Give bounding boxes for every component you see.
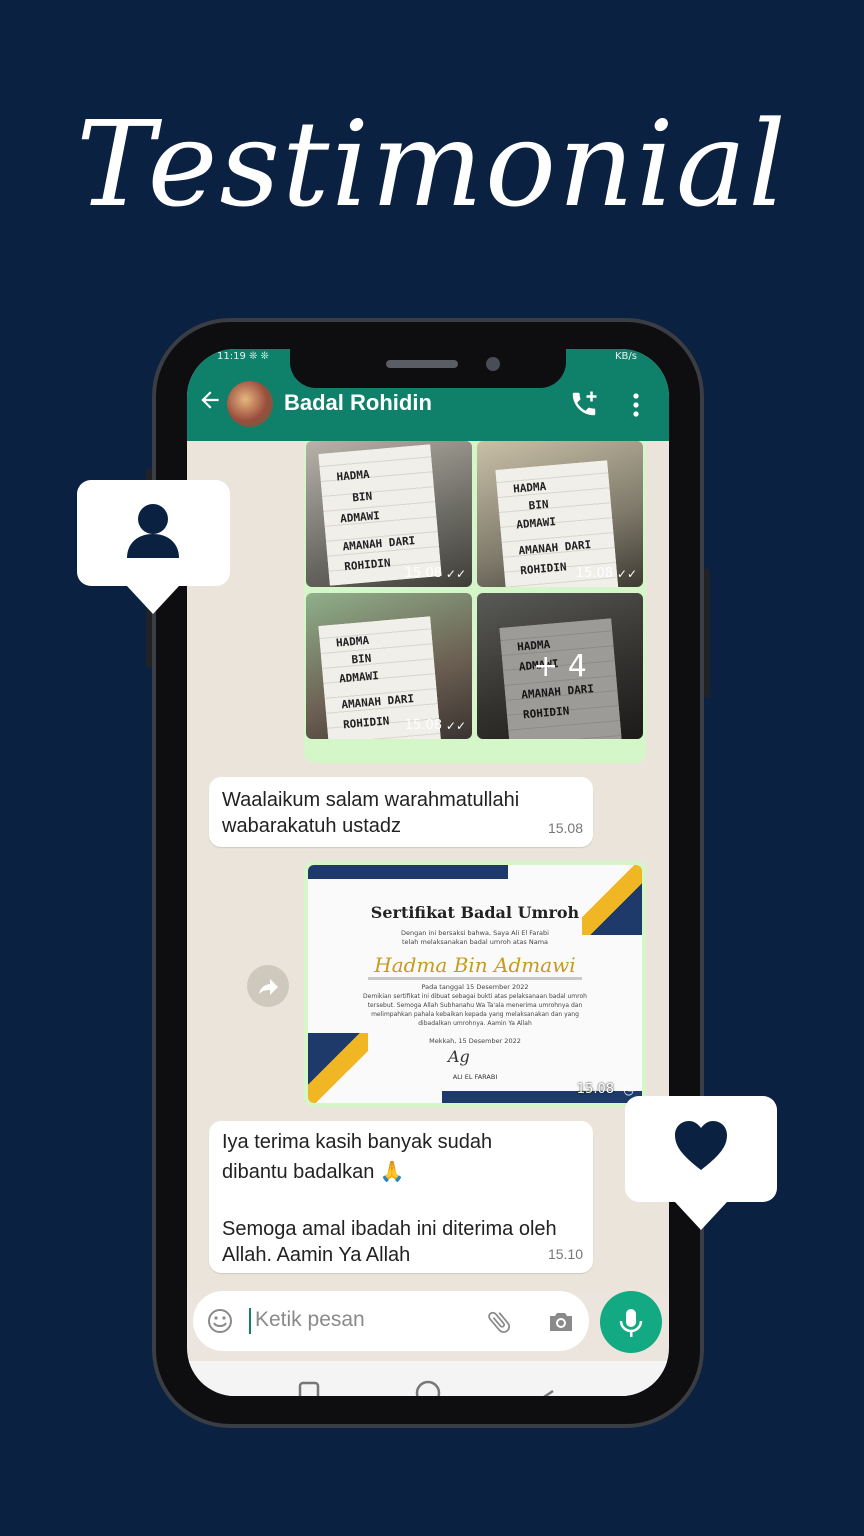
certificate-message[interactable]: Sertifikat Badal Umroh Dengan ini bersak… xyxy=(304,861,646,1107)
signature: Ag xyxy=(448,1047,470,1066)
divider xyxy=(368,977,582,980)
message-input-bar: Ketik pesan xyxy=(193,1291,589,1351)
message-time: 15.08 xyxy=(547,820,583,836)
system-nav-bar xyxy=(187,1361,669,1396)
certificate-signer: ALI EL FARABI xyxy=(452,1073,498,1081)
notebook-text: BIN xyxy=(350,651,372,667)
notebook-text: ROHIDIN xyxy=(519,560,568,578)
certificate-recipient: Hadma Bin Admawi xyxy=(374,953,576,977)
certificate-text: Pada tanggal 15 Desember 2022 xyxy=(421,983,529,991)
add-call-icon[interactable] xyxy=(569,389,599,419)
certificate-text: Mekkah, 15 Desember 2022 xyxy=(429,1037,521,1045)
message-text: Semoga amal ibadah ini diterima oleh xyxy=(222,1218,557,1240)
message-text: Iya terima kasih banyak sudah xyxy=(222,1131,493,1153)
emoji-icon[interactable] xyxy=(207,1308,233,1334)
camera-icon[interactable] xyxy=(547,1310,575,1334)
notebook-text: ROHIDIN xyxy=(342,714,390,732)
certificate-text: telah melaksanakan badal umroh atas Nama xyxy=(401,938,549,946)
forward-icon[interactable] xyxy=(247,965,289,1007)
double-check-icon: ✓✓ xyxy=(616,567,637,581)
recents-icon xyxy=(298,1381,320,1396)
notebook-text: AMANAH DARI xyxy=(342,534,416,554)
certificate-text: Demikian sertifikat ini dibuat sebagai b… xyxy=(363,993,587,1000)
certificate-text: Dengan ini bersaksi bahwa, Saya Ali El F… xyxy=(401,929,549,937)
mic-icon[interactable] xyxy=(600,1291,662,1353)
contact-name[interactable]: Badal Rohidin xyxy=(284,390,432,416)
message-time: 15.08 xyxy=(576,1082,614,1097)
card-pointer xyxy=(675,1202,727,1230)
back-nav-icon xyxy=(543,1389,554,1396)
user-icon xyxy=(125,502,181,564)
message-time: 15.08 xyxy=(404,718,442,733)
double-check-icon: ✓✓ xyxy=(445,719,466,733)
user-card xyxy=(77,480,230,586)
arrow-left-icon[interactable] xyxy=(197,387,223,420)
certificate-text: tersebut. Semoga Allah Subhanahu Wa Ta'a… xyxy=(367,1002,583,1009)
phone-button xyxy=(704,568,710,698)
message-text: Waalaikum salam warahmatullahi xyxy=(222,789,520,811)
heart-icon xyxy=(673,1120,729,1176)
notebook-text: HADMA xyxy=(335,467,371,484)
notebook-text: ADMAWI xyxy=(338,669,380,686)
photo-tile[interactable]: HADMA BIN ADMAWI AMANAH DARI ROHIDIN 15.… xyxy=(306,441,472,587)
notebook-text: BIN xyxy=(351,489,373,505)
card-pointer xyxy=(127,586,179,614)
certificate-border xyxy=(308,865,508,879)
front-camera xyxy=(486,357,500,371)
certificate-title: Sertifikat Badal Umroh xyxy=(370,903,580,922)
notebook-text: ROHIDIN xyxy=(343,556,392,574)
status-time: 11:19 ❊ ❊ xyxy=(217,351,269,362)
certificate-image: Sertifikat Badal Umroh Dengan ini bersak… xyxy=(308,865,642,1103)
notebook-text: ADMAWI xyxy=(515,515,557,532)
text-caret xyxy=(249,1308,251,1334)
notebook-text: AMANAH DARI xyxy=(518,538,592,558)
avatar[interactable] xyxy=(227,381,273,427)
message-time: 15.08 xyxy=(575,566,613,581)
home-icon xyxy=(415,1380,441,1396)
message-text: Allah. Aamin Ya Allah xyxy=(222,1244,411,1266)
certificate-text: dibadalkan umrohnya. Aamin Ya Allah xyxy=(418,1020,532,1027)
message-time: 15.08 xyxy=(404,566,442,581)
status-speed: KB/s xyxy=(615,351,637,362)
paperclip-icon[interactable] xyxy=(485,1308,513,1336)
page-title: Testimonial xyxy=(76,95,788,233)
incoming-message[interactable]: Iya terima kasih banyak sudah dibantu ba… xyxy=(209,1121,593,1273)
more-vert-icon[interactable] xyxy=(633,392,639,418)
notebook-text: HADMA xyxy=(335,633,370,650)
phone-notch xyxy=(290,346,566,388)
heart-card xyxy=(625,1096,777,1202)
certificate-border xyxy=(582,865,642,935)
notebook-text: ADMAWI xyxy=(339,509,381,526)
chat-screen: 11:19 ❊ ❊ KB/s Badal Rohidin HADMA BIN A… xyxy=(187,349,669,1396)
message-text: wabarakatuh ustadz xyxy=(222,815,402,837)
more-photos-overlay[interactable]: + 4 xyxy=(477,593,643,739)
photo-tile[interactable]: HADMA BIN ADMAWI AMANAH DARI ROHIDIN 15.… xyxy=(477,441,643,587)
notebook-text: AMANAH DARI xyxy=(340,692,415,712)
clock-icon: ◷ xyxy=(623,1083,634,1097)
message-text: dibantu badalkan 🙏 xyxy=(222,1161,405,1183)
incoming-message[interactable]: Waalaikum salam warahmatullahi wabarakat… xyxy=(209,777,593,847)
notebook-text: BIN xyxy=(528,497,550,513)
message-input[interactable]: Ketik pesan xyxy=(255,1308,365,1332)
speaker xyxy=(386,360,458,368)
certificate-text: melimpahkan pahala kebaikan kepada yang … xyxy=(371,1011,579,1018)
photo-tile[interactable]: HADMA ADMAWI AMANAH DARI ROHIDIN + 4 xyxy=(477,593,643,739)
notebook-text: HADMA xyxy=(512,479,547,496)
notebook-photo: HADMA BIN ADMAWI AMANAH DARI ROHIDIN xyxy=(318,444,442,586)
photo-grid-message[interactable]: HADMA BIN ADMAWI AMANAH DARI ROHIDIN 15.… xyxy=(304,441,646,763)
message-time: 15.10 xyxy=(547,1246,583,1262)
photo-tile[interactable]: HADMA BIN ADMAWI AMANAH DARI ROHIDIN 15.… xyxy=(306,593,472,739)
chat-area: HADMA BIN ADMAWI AMANAH DARI ROHIDIN 15.… xyxy=(187,441,669,1291)
double-check-icon: ✓✓ xyxy=(445,567,466,581)
